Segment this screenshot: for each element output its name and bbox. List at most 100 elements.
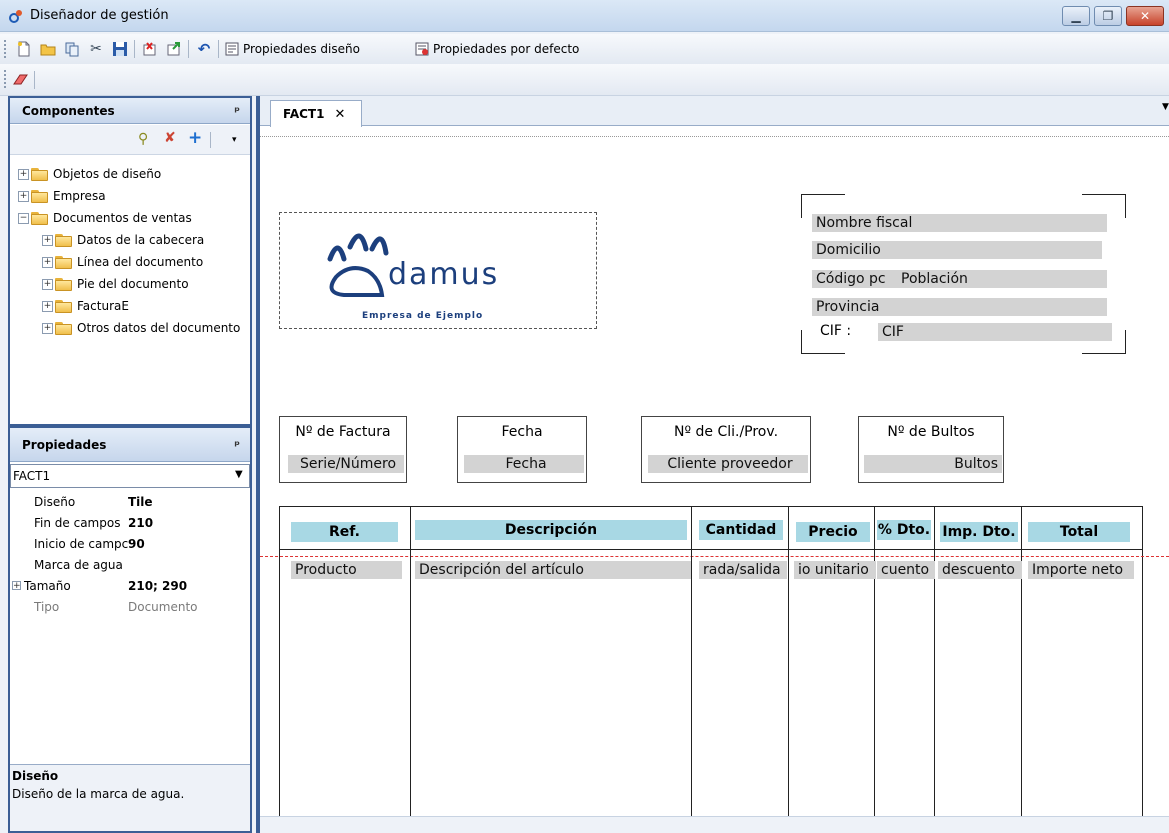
line-field-precio[interactable]: io unitario — [794, 561, 876, 579]
table-header-divider — [279, 549, 1143, 550]
expand-icon[interactable]: + — [42, 234, 53, 246]
tab-fact1[interactable]: FACT1 ✕ — [270, 100, 362, 127]
client-label: Nº de Cli./Prov. — [673, 424, 779, 440]
line-field-descripcion[interactable]: Descripción del artículo — [415, 561, 691, 579]
detail-band-marker — [260, 556, 1169, 557]
expand-icon[interactable]: + — [18, 190, 29, 202]
import-button[interactable] — [140, 39, 160, 59]
export-icon — [167, 42, 180, 56]
property-row[interactable]: Tipo Documento — [10, 597, 250, 618]
column-header-total[interactable]: Total — [1028, 522, 1130, 542]
cut-button[interactable]: ✂ — [86, 39, 106, 59]
tree-item-objetos[interactable]: + Objetos de diseño — [18, 164, 161, 184]
remove-filter-icon[interactable]: ✘ — [164, 130, 176, 146]
add-icon[interactable]: + — [188, 128, 202, 148]
dropdown-arrow-icon[interactable]: ▼ — [235, 469, 243, 480]
horizontal-scrollbar[interactable] — [260, 816, 1169, 833]
column-header-imp-dto[interactable]: Imp. Dto. — [940, 522, 1018, 542]
minimize-button[interactable]: ▁ — [1062, 6, 1090, 26]
toolbar-separator — [218, 40, 219, 58]
column-header-precio[interactable]: Precio — [796, 522, 870, 542]
pin-icon[interactable]: ᵖ — [234, 104, 240, 118]
expand-icon[interactable]: + — [42, 278, 53, 290]
restore-button[interactable]: ❐ — [1094, 6, 1122, 26]
tree-item-linea[interactable]: + Línea del documento — [42, 252, 203, 272]
field-fecha[interactable]: Fecha — [464, 455, 584, 473]
field-cif[interactable]: CIF — [878, 323, 1112, 341]
folder-icon — [31, 211, 49, 225]
secondary-toolbar — [0, 64, 1169, 96]
column-divider — [410, 506, 411, 816]
undo-icon: ↶ — [197, 40, 211, 58]
close-button[interactable]: ✕ — [1126, 6, 1164, 26]
components-title: Componentes — [22, 103, 115, 118]
overflow-icon[interactable]: ▾ — [232, 135, 237, 145]
tree-item-cabecera[interactable]: + Datos de la cabecera — [42, 230, 204, 250]
undo-button[interactable]: ↶ — [194, 39, 214, 59]
field-domicilio[interactable]: Domicilio — [812, 241, 1102, 259]
object-selector-value: FACT1 — [13, 469, 51, 483]
export-button[interactable] — [164, 39, 184, 59]
copy-icon — [65, 42, 79, 57]
default-properties-button[interactable]: Propiedades por defecto — [414, 39, 579, 59]
open-button[interactable] — [38, 39, 58, 59]
toolbar-grip[interactable] — [4, 70, 7, 88]
property-row[interactable]: + Tamaño 210; 290 — [10, 576, 250, 597]
tree-item-documentos[interactable]: − Documentos de ventas — [18, 208, 192, 228]
close-icon: ✕ — [1139, 9, 1151, 23]
tree-item-pie[interactable]: + Pie del documento — [42, 274, 189, 294]
expand-icon[interactable]: + — [42, 322, 53, 334]
design-properties-button[interactable]: Propiedades diseño — [224, 39, 360, 59]
filter-icon[interactable]: ⚲ — [138, 131, 148, 147]
field-provincia[interactable]: Provincia — [812, 298, 1107, 316]
field-serie-numero[interactable]: Serie/Número — [288, 455, 404, 473]
expand-icon[interactable]: + — [18, 168, 29, 180]
column-divider — [934, 506, 935, 816]
line-field-cantidad[interactable]: rada/salida — [699, 561, 787, 579]
field-poblacion[interactable]: Población — [897, 270, 1107, 288]
line-field-imp-dto[interactable]: descuento — [938, 561, 1022, 579]
column-header-ref[interactable]: Ref. — [291, 522, 398, 542]
toolbar-separator — [134, 40, 135, 58]
logo-box[interactable]: damus Empresa de Ejemplo — [279, 212, 597, 329]
window-title: Diseñador de gestión — [30, 8, 169, 23]
folder-icon — [55, 233, 73, 247]
column-header-dto[interactable]: % Dto. — [877, 520, 931, 540]
pin-icon[interactable]: ᵖ — [234, 438, 240, 452]
close-tab-icon[interactable]: ✕ — [334, 107, 345, 122]
toolbar-separator — [34, 71, 35, 89]
document-tabs: ▼ — [260, 96, 1169, 126]
field-cliente[interactable]: Cliente proveedor — [648, 455, 808, 473]
column-divider — [788, 506, 789, 816]
object-selector[interactable]: FACT1 ▼ — [10, 464, 250, 488]
property-row[interactable]: Fin de campos 210 — [10, 513, 250, 534]
tree-item-empresa[interactable]: + Empresa — [18, 186, 106, 206]
property-row[interactable]: Inicio de campc 90 — [10, 534, 250, 555]
eraser-button[interactable] — [10, 70, 30, 90]
tree-item-facturae[interactable]: + FacturaE — [42, 296, 129, 316]
tree-item-otros[interactable]: + Otros datos del documento — [42, 318, 240, 338]
new-document-icon — [18, 41, 30, 57]
collapse-icon[interactable]: − — [18, 212, 29, 224]
default-properties-icon — [415, 42, 429, 56]
toolbar-grip[interactable] — [4, 40, 7, 58]
copy-button[interactable] — [62, 39, 82, 59]
column-header-cantidad[interactable]: Cantidad — [699, 520, 783, 540]
line-field-importe[interactable]: Importe neto — [1028, 561, 1134, 579]
new-button[interactable] — [14, 39, 34, 59]
line-field-dto[interactable]: cuento — [877, 561, 935, 579]
expand-icon[interactable]: + — [12, 581, 21, 591]
property-row[interactable]: Diseño Tile — [10, 492, 250, 513]
save-button[interactable] — [110, 39, 130, 59]
properties-icon — [225, 42, 239, 56]
field-bultos[interactable]: Bultos — [864, 455, 1002, 473]
tab-list-arrow-icon[interactable]: ▼ — [1162, 102, 1169, 112]
properties-header: Propiedades ᵖ — [10, 428, 250, 462]
line-field-producto[interactable]: Producto — [291, 561, 402, 579]
field-nombre-fiscal[interactable]: Nombre fiscal — [812, 214, 1107, 232]
column-header-descripcion[interactable]: Descripción — [415, 520, 687, 540]
expand-icon[interactable]: + — [42, 256, 53, 268]
property-row[interactable]: Marca de agua — [10, 555, 250, 576]
field-codigo-postal[interactable]: Código pc — [812, 270, 898, 288]
expand-icon[interactable]: + — [42, 300, 53, 312]
